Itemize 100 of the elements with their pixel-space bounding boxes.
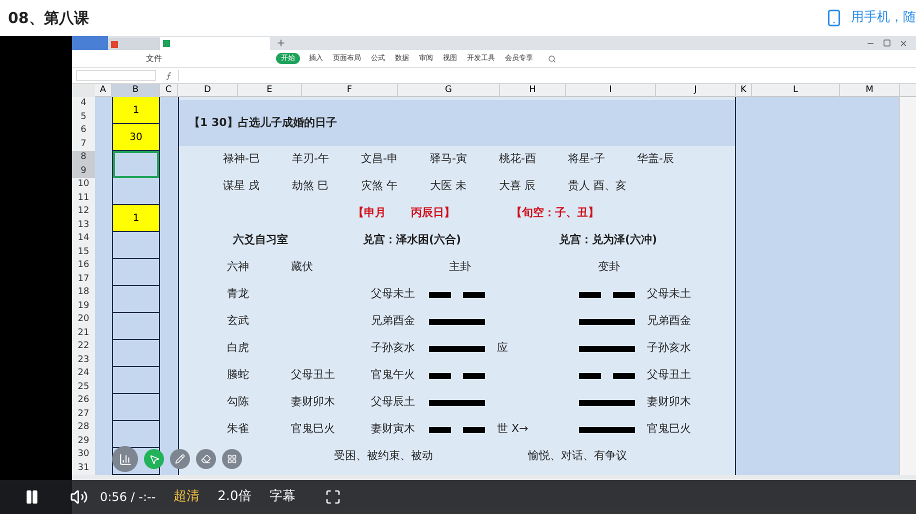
table-cell[interactable]: 1 (113, 97, 159, 124)
line-label: 父母未土 (371, 287, 415, 300)
row-number[interactable]: 21 (72, 326, 95, 340)
six-god-label: 螣蛇 (227, 368, 249, 382)
shensha-label: 灾煞 午 (361, 179, 398, 192)
row-number[interactable]: 11 (72, 192, 95, 205)
shensha-label: 禄神-巳 (223, 152, 260, 166)
row-number[interactable]: 27 (72, 408, 95, 421)
row-number[interactable]: 22 (72, 340, 95, 354)
maximize-icon[interactable] (883, 39, 891, 47)
line-label: 兄弟酉金 (371, 314, 415, 328)
row-number[interactable]: 6 (72, 124, 95, 138)
month-label: 【申月 (353, 206, 386, 220)
line-label: 妻财寅木 (371, 422, 415, 436)
study-room-label: 六爻自习室 (233, 233, 288, 246)
subtitles-button[interactable]: 字幕 (269, 487, 296, 507)
table-cell[interactable] (113, 367, 159, 394)
column-label: 藏伏 (291, 260, 313, 274)
row-number[interactable]: 29 (72, 434, 95, 448)
row-number[interactable]: 31 (72, 462, 95, 475)
row-number[interactable]: 17 (72, 272, 95, 286)
row-number[interactable]: 28 (72, 421, 95, 434)
volume-icon[interactable] (70, 488, 88, 506)
line-label: 子孙亥水 (371, 341, 415, 354)
table-cell[interactable] (113, 421, 159, 448)
pen-icon (175, 454, 185, 464)
line-marker: 应 (497, 341, 508, 354)
row-number[interactable]: 19 (72, 300, 95, 313)
fullscreen-icon[interactable] (325, 489, 342, 505)
table-cell[interactable] (113, 178, 159, 205)
shensha-label: 文昌-申 (361, 152, 398, 166)
six-god-label: 白虎 (227, 341, 249, 354)
hidden-line-label: 父母丑土 (291, 368, 335, 382)
row-number[interactable]: 14 (72, 232, 95, 246)
line-label: 父母辰土 (371, 395, 415, 408)
row-number[interactable]: 25 (72, 380, 95, 394)
row-number[interactable]: 15 (72, 246, 95, 259)
line-marker: 世 X→ (497, 422, 528, 436)
meaning-text: 受困、被约束、被动 (334, 449, 433, 462)
row-number[interactable]: 10 (72, 178, 95, 192)
row-number[interactable]: 9 (72, 164, 95, 178)
phone-icon (825, 7, 843, 29)
column-label: 六神 (227, 260, 249, 274)
workbook-tab[interactable] (160, 37, 270, 50)
shensha-label: 劫煞 巳 (292, 179, 328, 192)
table-cell[interactable] (113, 340, 159, 367)
row-number[interactable]: 23 (72, 354, 95, 367)
void-label: 【旬空：子、丑】 (511, 205, 599, 222)
row-number[interactable]: 7 (72, 138, 95, 151)
hidden-line-label: 妻财卯木 (291, 395, 335, 408)
six-god-label: 勾陈 (227, 395, 249, 408)
row-number[interactable]: 13 (72, 218, 95, 232)
search-icon[interactable] (548, 54, 556, 62)
table-cell[interactable] (113, 313, 159, 340)
row-number[interactable]: 20 (72, 313, 95, 326)
column-header[interactable]: B (112, 84, 160, 97)
function-icon[interactable] (166, 72, 172, 80)
shensha-label: 华盖-辰 (637, 152, 674, 166)
main-hexagram-name: 兑宫：泽水困(六合) (363, 233, 462, 246)
row-number[interactable]: 12 (72, 205, 95, 218)
scrollbar[interactable] (900, 97, 916, 475)
line-label: 父母丑土 (647, 367, 691, 384)
row-number[interactable]: 24 (72, 367, 95, 380)
row-number[interactable]: 18 (72, 286, 95, 300)
changed-hexagram-name: 兑宫：兑为泽(六冲) (559, 232, 658, 248)
speed-button[interactable]: 2.0倍 (218, 487, 252, 507)
row-number[interactable]: 5 (72, 110, 95, 124)
meaning-text: 愉悦、对话、有争议 (528, 448, 627, 464)
pause-icon[interactable] (24, 489, 40, 505)
line-label: 妻财卯木 (647, 394, 691, 410)
document-tab[interactable] (108, 38, 160, 50)
file-menu[interactable]: 文件 (146, 52, 162, 64)
column-label: 主卦 (449, 260, 471, 274)
row-number[interactable]: 30 (72, 448, 95, 462)
six-god-label: 朱雀 (227, 422, 249, 436)
new-tab-icon[interactable] (276, 38, 286, 48)
hidden-line-label: 官鬼巳火 (291, 422, 335, 436)
table-cell[interactable] (113, 232, 159, 259)
bar-chart-icon (118, 452, 132, 466)
shensha-label: 桃花-酉 (499, 152, 536, 166)
table-cell[interactable]: 30 (113, 124, 159, 151)
line-label: 父母未土 (647, 286, 691, 302)
shensha-label: 大医 未 (430, 179, 466, 192)
lesson-title: 08、第八课 (8, 8, 89, 29)
table-cell[interactable] (113, 286, 159, 313)
eraser-icon (201, 454, 211, 464)
row-number[interactable]: 8 (72, 151, 95, 164)
row-number[interactable]: 16 (72, 259, 95, 272)
row-number[interactable]: 26 (72, 394, 95, 408)
close-icon[interactable] (899, 38, 908, 48)
shensha-label: 谋星 戌 (223, 179, 260, 192)
table-cell[interactable] (113, 151, 159, 178)
table-cell[interactable]: 1 (113, 205, 159, 232)
column-label: 变卦 (598, 259, 620, 276)
quality-button[interactable]: 超清 (174, 487, 200, 507)
table-cell[interactable] (113, 394, 159, 421)
shensha-label: 驿马-寅 (430, 152, 467, 166)
six-god-label: 青龙 (227, 287, 249, 300)
table-cell[interactable] (113, 259, 159, 286)
row-number[interactable]: 4 (72, 97, 95, 110)
